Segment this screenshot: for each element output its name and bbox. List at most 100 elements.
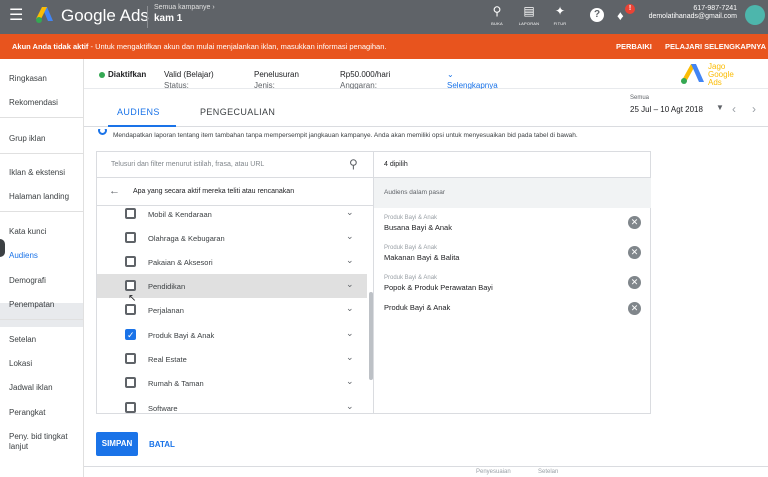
- sidebar-item-lokasi[interactable]: Lokasi: [9, 359, 83, 369]
- chevron-down-icon[interactable]: ⌄: [346, 401, 354, 412]
- sidebar-item-peny-bid[interactable]: Peny. bid tingkat lanjut: [9, 432, 83, 452]
- more-details-link[interactable]: Selengkapnya ⌄: [447, 70, 498, 90]
- chevron-down-icon[interactable]: ⌄: [346, 279, 354, 290]
- remove-icon[interactable]: ✕: [628, 246, 641, 259]
- remove-icon[interactable]: ✕: [628, 276, 641, 289]
- divider: [84, 466, 768, 467]
- observation-description: Mendapatkan laporan tentang item tambaha…: [113, 132, 578, 139]
- date-prev-icon[interactable]: ‹: [732, 102, 736, 116]
- list-item: Produk Bayi & Anak Makanan Bayi & Balita…: [384, 245, 644, 271]
- chevron-down-icon[interactable]: ⌄: [346, 376, 354, 387]
- sidebar-item-kata-kunci[interactable]: Kata kunci: [9, 227, 83, 237]
- bar-chart-icon: ▤: [523, 4, 535, 18]
- divider: [147, 6, 148, 28]
- top-bar: ☰ Google Ads Semua kampanye › kam 1 ⚲ BU…: [0, 0, 768, 34]
- menu-icon[interactable]: ☰: [9, 7, 23, 25]
- list-item[interactable]: Olahraga & Kebugaran ⌄: [97, 226, 367, 250]
- chevron-down-icon[interactable]: ⌄: [346, 352, 354, 363]
- sidebar-item-jadwal-iklan[interactable]: Jadwal iklan: [9, 383, 83, 393]
- remove-icon[interactable]: ✕: [628, 216, 641, 229]
- search-icon[interactable]: ⚲: [349, 157, 358, 171]
- list-item[interactable]: Mobil & Kendaraan ⌄: [97, 202, 367, 226]
- tab-audiens[interactable]: AUDIENS: [117, 107, 160, 117]
- checkbox[interactable]: [125, 402, 136, 413]
- reports-tool-button[interactable]: ▤ LAPORAN: [516, 4, 542, 26]
- inactive-account-alert: Akun Anda tidak aktif - Untuk mengaktifk…: [0, 34, 768, 59]
- svg-text:Ads: Ads: [708, 78, 722, 87]
- chevron-down-icon[interactable]: ⌄: [346, 303, 354, 314]
- active-tab-indicator: [108, 125, 176, 127]
- checkbox[interactable]: [125, 256, 136, 267]
- back-arrow-icon[interactable]: ←: [109, 185, 120, 197]
- remove-icon[interactable]: ✕: [628, 302, 641, 315]
- help-icon[interactable]: ?: [590, 8, 604, 22]
- category-title: Apa yang secara aktif mereka teliti atau…: [133, 188, 295, 195]
- checkbox[interactable]: [125, 232, 136, 243]
- fix-link[interactable]: PERBAIKI: [616, 42, 652, 51]
- chevron-down-icon[interactable]: ⌄: [346, 207, 354, 218]
- checkbox-checked[interactable]: ✓: [125, 329, 136, 340]
- mouse-cursor-icon: ↖: [128, 293, 137, 304]
- bell-icon[interactable]: ♦: [617, 8, 624, 23]
- list-item[interactable]: Software ⌄: [97, 396, 367, 413]
- sidebar-collapse-handle[interactable]: [0, 239, 5, 257]
- alert-message: - Untuk mengaktifkan akun dan mulai menj…: [88, 42, 387, 51]
- sidebar-item-perangkat[interactable]: Perangkat: [9, 408, 83, 418]
- chevron-down-icon[interactable]: ⌄: [346, 255, 354, 266]
- sidebar-item-grup-iklan[interactable]: Grup iklan: [9, 134, 83, 144]
- observation-radio[interactable]: [98, 129, 107, 135]
- tab-pengecualian[interactable]: PENGECUALIAN: [200, 107, 275, 117]
- learn-more-link[interactable]: PELAJARI SELENGKAPNYA: [665, 42, 766, 51]
- sidebar-item-iklan-ekstensi[interactable]: Iklan & ekstensi: [9, 168, 83, 178]
- tools-button[interactable]: ✦ FITUR: [547, 4, 573, 26]
- audience-search[interactable]: Telusuri dan filter menurut istilah, fra…: [97, 152, 373, 178]
- status-dot-icon: [99, 72, 105, 78]
- sidebar-item-penempatan[interactable]: Penempatan: [9, 300, 83, 310]
- selected-audiences-panel: 4 dipilih Audiens dalam pasar Produk Bay…: [373, 151, 651, 414]
- sidebar-item-audiens[interactable]: Audiens: [9, 251, 83, 261]
- sidebar-item-setelan[interactable]: Setelan: [9, 335, 83, 345]
- checkbox[interactable]: [125, 304, 136, 315]
- account-email[interactable]: demolatihanads@gmail.com: [649, 13, 737, 20]
- chevron-down-icon[interactable]: ⌄: [346, 328, 354, 339]
- date-dropdown-icon[interactable]: ▼: [716, 103, 724, 112]
- list-item[interactable]: Perjalanan ⌄: [97, 298, 367, 322]
- list-item[interactable]: Real Estate ⌄: [97, 347, 367, 371]
- campaign-budget-value: Rp50.000/hari: [340, 70, 391, 79]
- sidebar-item-demografi[interactable]: Demografi: [9, 276, 83, 286]
- list-item: Produk Bayi & Anak ✕: [384, 301, 644, 327]
- audience-browse-panel: Telusuri dan filter menurut istilah, fra…: [96, 151, 374, 414]
- sidebar-item-halaman-landing[interactable]: Halaman landing: [9, 192, 83, 202]
- list-item[interactable]: ✓ Produk Bayi & Anak ⌄: [97, 323, 367, 347]
- table-header-cell: Setelan: [538, 469, 559, 475]
- save-button[interactable]: SIMPAN: [96, 432, 138, 456]
- google-ads-logo-icon: [36, 7, 53, 23]
- list-item: Produk Bayi & Anak Busana Bayi & Anak ✕: [384, 215, 644, 241]
- list-item[interactable]: Rumah & Taman ⌄: [97, 371, 367, 395]
- search-input[interactable]: Telusuri dan filter menurut istilah, fra…: [111, 161, 264, 168]
- campaign-state[interactable]: Diaktifkan: [108, 70, 146, 79]
- breadcrumb-parent[interactable]: Semua kampanye ›: [154, 4, 215, 11]
- chevron-down-icon[interactable]: ⌄: [346, 231, 354, 242]
- alert-title: Akun Anda tidak aktif: [12, 42, 89, 51]
- date-next-icon[interactable]: ›: [752, 102, 756, 116]
- cancel-button[interactable]: BATAL: [149, 440, 175, 449]
- selected-count: 4 dipilih: [384, 161, 408, 168]
- date-range-label: Semua: [630, 95, 650, 101]
- breadcrumb-current[interactable]: kam 1: [154, 13, 182, 24]
- checkbox[interactable]: [125, 280, 136, 291]
- search-icon: ⚲: [492, 4, 502, 18]
- date-range-value[interactable]: 25 Jul – 10 Agt 2018: [630, 105, 703, 114]
- notification-badge: !: [625, 4, 635, 14]
- list-item[interactable]: Pakaian & Aksesori ⌄: [97, 250, 367, 274]
- campaign-type-value: Penelusuran: [254, 70, 299, 79]
- checkbox[interactable]: [125, 208, 136, 219]
- checkbox[interactable]: [125, 353, 136, 364]
- sidebar-item-rekomendasi[interactable]: Rekomendasi: [9, 98, 83, 108]
- avatar[interactable]: [745, 5, 765, 25]
- sidebar-item-ringkasan[interactable]: Ringkasan: [9, 74, 83, 84]
- search-tool-button[interactable]: ⚲ BUKA: [484, 4, 510, 26]
- list-item[interactable]: Pendidikan ⌄: [97, 274, 367, 298]
- list-item: Produk Bayi & Anak Popok & Produk Perawa…: [384, 275, 644, 301]
- checkbox[interactable]: [125, 377, 136, 388]
